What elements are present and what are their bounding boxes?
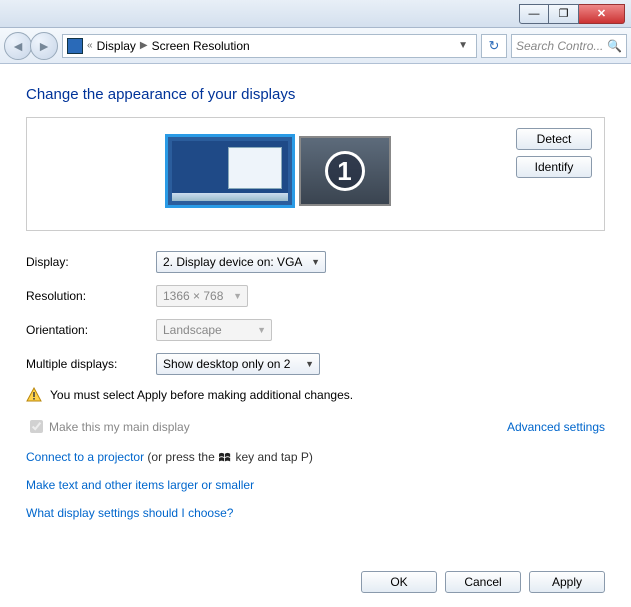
monitor-side-buttons: Detect Identify bbox=[516, 128, 592, 178]
nav-buttons: ◄ ► bbox=[4, 32, 58, 60]
preview-window-icon bbox=[228, 147, 282, 189]
dialog-buttons: OK Cancel Apply bbox=[361, 571, 605, 593]
monitor-1[interactable]: 1 bbox=[299, 136, 391, 206]
breadcrumb-prefix: « bbox=[87, 40, 93, 51]
orientation-label: Orientation: bbox=[26, 323, 156, 337]
resolution-select: 1366 × 768 bbox=[156, 285, 248, 307]
control-panel-icon bbox=[67, 38, 83, 54]
monitor-arrangement-box: 2 1 Detect Identify bbox=[26, 117, 605, 231]
resolution-label: Resolution: bbox=[26, 289, 156, 303]
nav-toolbar: ◄ ► « Display ▶ Screen Resolution ▼ ↻ Se… bbox=[0, 28, 631, 64]
which-settings-link[interactable]: What display settings should I choose? bbox=[26, 506, 233, 520]
breadcrumb[interactable]: « Display ▶ Screen Resolution ▼ bbox=[62, 34, 477, 58]
forward-button[interactable]: ► bbox=[30, 32, 58, 60]
breadcrumb-item-screenres[interactable]: Screen Resolution bbox=[152, 39, 250, 53]
settings-form: Display: 2. Display device on: VGA Resol… bbox=[26, 251, 605, 375]
monitor-1-number: 1 bbox=[325, 151, 365, 191]
display-select-value: 2. Display device on: VGA bbox=[163, 255, 302, 269]
breadcrumb-item-display[interactable]: Display bbox=[97, 39, 136, 53]
display-select[interactable]: 2. Display device on: VGA bbox=[156, 251, 326, 273]
multiple-displays-value: Show desktop only on 2 bbox=[163, 357, 290, 371]
connect-projector-link[interactable]: Connect to a projector bbox=[26, 450, 144, 464]
breadcrumb-dropdown-icon[interactable]: ▼ bbox=[454, 40, 472, 51]
main-display-checkbox bbox=[30, 420, 43, 433]
back-button[interactable]: ◄ bbox=[4, 32, 32, 60]
monitor-2[interactable]: 2 bbox=[165, 134, 295, 208]
windows-key-icon bbox=[218, 452, 232, 464]
close-button[interactable]: ✕ bbox=[579, 4, 625, 24]
page-title: Change the appearance of your displays bbox=[26, 86, 605, 103]
monitor-canvas[interactable]: 2 1 bbox=[39, 128, 516, 208]
projector-tail-b: key and tap P) bbox=[235, 450, 312, 464]
multiple-displays-label: Multiple displays: bbox=[26, 357, 156, 371]
warning-icon bbox=[26, 387, 42, 403]
content-panel: Change the appearance of your displays 2… bbox=[0, 64, 631, 607]
search-icon: 🔍 bbox=[607, 39, 622, 53]
minimize-button[interactable]: — bbox=[519, 4, 549, 24]
maximize-button[interactable]: ❐ bbox=[549, 4, 579, 24]
warning-text: You must select Apply before making addi… bbox=[50, 388, 353, 402]
projector-tail-a: (or press the bbox=[147, 450, 218, 464]
window-controls: — ❐ ✕ bbox=[519, 4, 625, 24]
main-display-label: Make this my main display bbox=[49, 420, 190, 434]
text-larger-link[interactable]: Make text and other items larger or smal… bbox=[26, 478, 254, 492]
multiple-displays-select[interactable]: Show desktop only on 2 bbox=[156, 353, 320, 375]
main-display-row: Make this my main display Advanced setti… bbox=[26, 417, 605, 436]
display-label: Display: bbox=[26, 255, 156, 269]
cancel-button[interactable]: Cancel bbox=[445, 571, 521, 593]
resolution-select-value: 1366 × 768 bbox=[163, 289, 223, 303]
identify-button[interactable]: Identify bbox=[516, 156, 592, 178]
ok-button[interactable]: OK bbox=[361, 571, 437, 593]
projector-line: Connect to a projector (or press the key… bbox=[26, 450, 605, 464]
search-placeholder: Search Contro... bbox=[516, 39, 603, 53]
orientation-select-value: Landscape bbox=[163, 323, 222, 337]
search-input[interactable]: Search Contro... 🔍 bbox=[511, 34, 627, 58]
warning-row: You must select Apply before making addi… bbox=[26, 387, 605, 403]
preview-taskbar bbox=[172, 193, 288, 201]
detect-button[interactable]: Detect bbox=[516, 128, 592, 150]
advanced-settings-link[interactable]: Advanced settings bbox=[507, 420, 605, 434]
desktop-preview bbox=[172, 141, 288, 201]
apply-button[interactable]: Apply bbox=[529, 571, 605, 593]
chevron-right-icon: ▶ bbox=[140, 40, 148, 51]
orientation-select: Landscape bbox=[156, 319, 272, 341]
window-titlebar: — ❐ ✕ bbox=[0, 0, 631, 28]
refresh-button[interactable]: ↻ bbox=[481, 34, 507, 58]
